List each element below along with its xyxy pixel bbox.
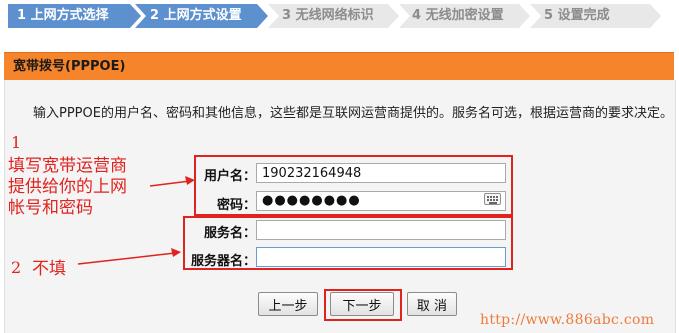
wizard-step-5[interactable]: 5 设置完成 [530,4,661,28]
cancel-button[interactable]: 取 消 [407,292,457,316]
annotation-number-2: 2 [11,258,22,277]
password-input[interactable]: ●●●●●●●● [256,191,506,211]
wizard-step-4-label: 4 无线加密设置 [412,8,504,23]
wizard-step-4[interactable]: 4 无线加密设置 [399,4,530,28]
annotation-number-1: 1 [11,133,22,152]
wizard-step-2[interactable]: 2 上网方式设置 [135,4,268,28]
wizard-step-3[interactable]: 3 无线网络标识 [268,4,399,28]
service-name-input[interactable] [256,220,506,240]
wizard-step-5-label: 5 设置完成 [544,8,610,23]
username-label: 用户名： [203,169,256,184]
wizard-step-2-label: 2 上网方式设置 [150,8,242,23]
password-value: ●●●●●●●● [262,193,361,208]
wizard-step-1[interactable]: 1 上网方式选择 [8,4,141,28]
wizard-step-3-label: 3 无线网络标识 [282,8,374,23]
service-name-label: 服务名： [203,226,256,241]
watermark: http://www.886abc.com [480,312,655,328]
password-label: 密码： [216,198,256,213]
annotation-note-2: 不填 [32,259,66,279]
server-name-label: 服务器名： [190,254,256,269]
panel-title: 宽带拨号(PPPOE) [4,52,674,80]
keyboard-icon[interactable] [484,193,501,205]
username-input[interactable] [256,163,506,183]
next-button[interactable]: 下一步 [330,292,394,316]
wizard-step-1-label: 1 上网方式选择 [17,8,109,23]
prev-button[interactable]: 上一步 [258,292,318,316]
panel-description: 输入PPPOE的用户名、密码和其他信息，这些都是互联网运营商提供的。服务名可选，… [33,106,673,121]
annotation-note-1-line3: 帐号和密码 [8,198,93,218]
server-name-input[interactable] [256,247,506,267]
wizard-steps: 1 上网方式选择 2 上网方式设置 3 无线网络标识 4 无线加密设置 5 设置… [0,0,679,34]
